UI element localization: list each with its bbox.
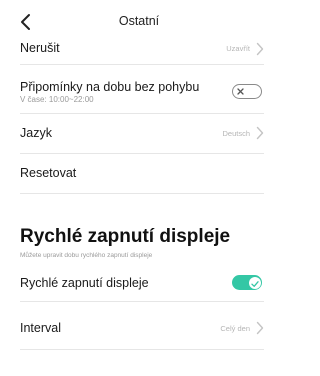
row-jazyk-label: Jazyk	[20, 126, 52, 140]
chevron-right-icon	[256, 42, 264, 56]
row-nerusit-value: Uzavřít	[226, 44, 250, 53]
row-rychle-zapnuti-label: Rychlé zapnutí displeje	[20, 276, 149, 290]
row-rychle-zapnuti: Rychlé zapnutí displeje	[20, 261, 264, 302]
row-interval[interactable]: Interval Celý den	[20, 301, 264, 350]
pripominky-toggle[interactable]	[232, 84, 262, 99]
section-description: Můžete upravit dobu rychlého zapnutí dis…	[20, 252, 153, 259]
row-nerusit-label: Nerušit	[20, 41, 60, 55]
chevron-right-icon	[256, 126, 264, 140]
page-title: Ostatní	[118, 14, 160, 28]
row-interval-label: Interval	[20, 321, 61, 335]
toggle-knob	[248, 276, 261, 289]
row-interval-value: Celý den	[220, 324, 250, 333]
rychle-zapnuti-toggle[interactable]	[232, 275, 262, 290]
row-jazyk[interactable]: Jazyk Deutsch	[20, 113, 264, 154]
row-jazyk-value: Deutsch	[222, 129, 250, 138]
row-nerusit[interactable]: Nerušit Uzavřít	[20, 34, 264, 65]
close-x-icon	[237, 88, 244, 95]
row-pripominky-label: Připomínky na dobu bez pohybu	[20, 80, 200, 94]
section-title: Rychlé zapnutí displeje	[20, 226, 231, 247]
row-resetovat-label: Resetovat	[20, 166, 77, 180]
row-resetovat[interactable]: Resetovat	[20, 153, 264, 194]
check-icon	[250, 280, 259, 287]
row-pripominky-sub: V čase: 10:00~22:00	[20, 95, 94, 104]
chevron-right-icon	[256, 321, 264, 335]
row-pripominky: Připomínky na dobu bez pohybu V čase: 10…	[20, 72, 264, 114]
